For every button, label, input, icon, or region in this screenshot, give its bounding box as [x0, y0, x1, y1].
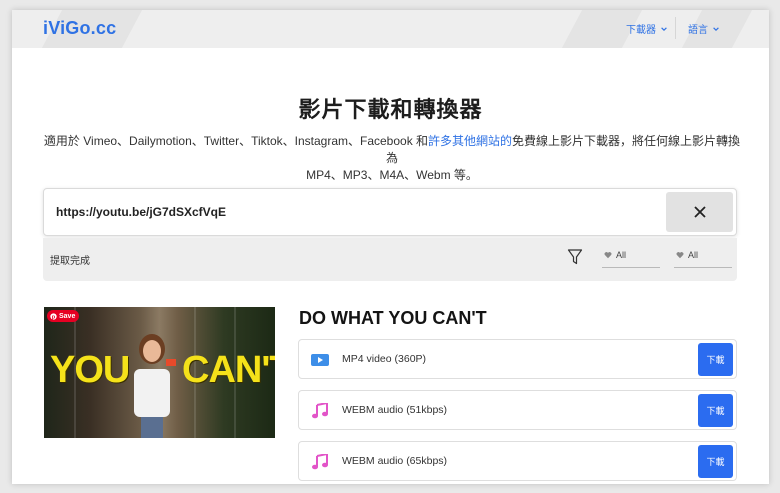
- format-label: WEBM audio (65kbps): [342, 455, 448, 467]
- svg-text:p: p: [52, 314, 56, 320]
- nav-downloader-label: 下載器: [626, 25, 656, 36]
- thumbnail-text-right: CAN'T: [182, 349, 275, 391]
- video-thumbnail[interactable]: YOU CAN'T p Save: [44, 307, 275, 438]
- page-title: 影片下載和轉換器: [298, 97, 483, 122]
- pinterest-icon: p: [50, 312, 57, 320]
- chevron-down-icon: [661, 26, 667, 31]
- filter-select-2[interactable]: All: [674, 250, 732, 268]
- browser-viewport: iViGo.cc 下載器 語言 影片下載和轉換器 適用於 Vimeo、Daily…: [12, 10, 769, 484]
- music-note-icon: [312, 454, 328, 470]
- nav-downloader-menu[interactable]: 下載器: [626, 21, 668, 36]
- heart-icon: [604, 252, 612, 259]
- heart-icon: [676, 252, 684, 259]
- result-toolbar: 提取完成 All All: [43, 238, 737, 281]
- description-text: MP4、MP3、M4A、Webm 等。: [306, 168, 478, 182]
- download-button[interactable]: 下載: [698, 445, 733, 478]
- chevron-down-icon: [713, 26, 719, 31]
- description-text: 適用於 Vimeo、Dailymotion、Twitter、Tiktok、Ins…: [43, 134, 429, 148]
- site-logo[interactable]: iViGo.cc: [43, 18, 116, 39]
- thumbnail-text-left: YOU: [50, 349, 130, 391]
- format-label: WEBM audio (51kbps): [342, 404, 448, 416]
- extract-status: 提取完成: [50, 256, 90, 267]
- page-description: 適用於 Vimeo、Dailymotion、Twitter、Tiktok、Ins…: [42, 133, 742, 184]
- download-button[interactable]: 下載: [698, 343, 733, 376]
- nav-language-label: 語言: [688, 25, 708, 36]
- url-search-box: [43, 188, 737, 236]
- format-row: WEBM audio (51kbps) 下載: [298, 390, 737, 430]
- filter-select-value: All: [688, 250, 699, 260]
- site-header: iViGo.cc 下載器 語言: [12, 10, 769, 48]
- filter-select-value: All: [616, 250, 627, 260]
- other-sites-link[interactable]: 許多其他網站的: [428, 134, 512, 148]
- pinterest-save-button[interactable]: p Save: [47, 310, 79, 322]
- url-input[interactable]: [56, 203, 656, 221]
- filter-icon[interactable]: [567, 248, 583, 266]
- music-note-icon: [312, 403, 328, 419]
- nav-divider: [675, 17, 676, 39]
- clear-button[interactable]: [666, 192, 733, 232]
- video-title: DO WHAT YOU CAN'T: [299, 308, 487, 328]
- save-label: Save: [59, 312, 76, 320]
- format-row: MP4 video (360P) 下載: [298, 339, 737, 379]
- download-button[interactable]: 下載: [698, 394, 733, 427]
- video-icon: [311, 354, 329, 366]
- format-label: MP4 video (360P): [342, 353, 427, 365]
- close-icon: [693, 206, 706, 218]
- filter-select-1[interactable]: All: [602, 250, 660, 268]
- format-row: WEBM audio (65kbps) 下載: [298, 441, 737, 481]
- nav-language-menu[interactable]: 語言: [688, 21, 720, 36]
- thumbnail-person-figure: [134, 334, 176, 438]
